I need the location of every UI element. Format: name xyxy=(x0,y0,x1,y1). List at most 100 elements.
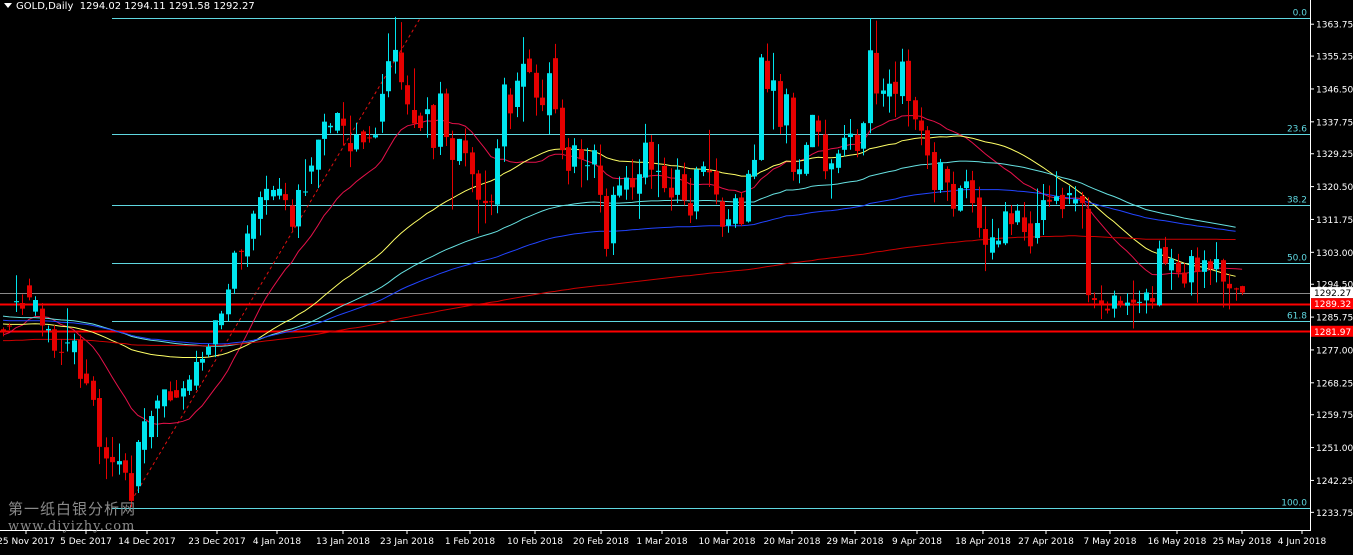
candle-body xyxy=(1080,195,1085,204)
candle-body xyxy=(463,140,468,154)
candle-body xyxy=(945,168,950,183)
candle-body xyxy=(637,174,642,194)
candle-body xyxy=(579,149,584,160)
candle-body xyxy=(239,250,244,252)
candle-body xyxy=(868,50,873,124)
candle-body xyxy=(893,81,898,94)
candle-body xyxy=(592,150,597,165)
fib-label-38.2: 38.2 xyxy=(1287,196,1307,206)
candle-body xyxy=(508,94,513,114)
x-axis-label: 10 Mar 2018 xyxy=(698,537,755,547)
candle-body xyxy=(1003,211,1008,244)
candle-body xyxy=(983,229,988,245)
candle-body xyxy=(316,139,321,170)
candle-body xyxy=(804,144,809,174)
candle-body xyxy=(990,237,995,253)
candle-body xyxy=(958,188,963,211)
y-axis-label: 1277.00 xyxy=(1316,346,1353,356)
candle-body xyxy=(1035,223,1040,239)
candle-body xyxy=(996,240,1001,245)
candle-body xyxy=(970,180,975,204)
y-axis-label: 1285.75 xyxy=(1316,314,1353,324)
candle-body xyxy=(611,194,616,244)
candle-body xyxy=(1157,248,1162,306)
candle-body xyxy=(1125,302,1130,306)
candle-body xyxy=(502,84,507,147)
x-axis-label: 18 Apr 2018 xyxy=(955,537,1011,547)
candle-body xyxy=(162,389,167,407)
candle-body xyxy=(887,83,892,97)
candle-body xyxy=(1067,192,1072,196)
candle-body xyxy=(746,173,751,222)
candle-body xyxy=(52,329,57,351)
candle-body xyxy=(714,171,719,195)
candle-body xyxy=(59,351,64,353)
candle-body xyxy=(444,93,449,138)
candle-body xyxy=(470,152,475,175)
candle-body xyxy=(829,163,834,170)
candle-body xyxy=(78,339,83,379)
candle-body xyxy=(919,120,924,131)
candle-body xyxy=(20,303,25,309)
candle-body xyxy=(874,52,879,94)
candle-body xyxy=(836,153,841,168)
candle-body xyxy=(1221,260,1226,282)
candle-body xyxy=(1105,308,1110,311)
y-axis-label: 1311.75 xyxy=(1316,216,1353,226)
candle-body xyxy=(495,148,500,205)
price-chart[interactable]: 0.0 23.6 38.2 50.0 61.8 100.0 1363.75 1355.25 13… xyxy=(0,0,1353,551)
y-axis-label: 1251.00 xyxy=(1316,444,1353,454)
candle-body xyxy=(367,137,372,139)
candle-body xyxy=(1202,260,1207,272)
candle-body xyxy=(303,191,308,193)
dropdown-triangle-icon[interactable] xyxy=(4,3,12,8)
candle-body xyxy=(527,58,532,73)
candle-body xyxy=(913,100,918,120)
candle-body xyxy=(1169,258,1174,271)
candle-body xyxy=(431,105,436,148)
fib-label-0.0: 0.0 xyxy=(1293,9,1308,19)
candle-body xyxy=(707,170,712,173)
x-axis-label: 4 Jan 2018 xyxy=(253,537,301,547)
candle-body xyxy=(585,165,590,167)
candle-body xyxy=(1015,210,1020,223)
candle-body xyxy=(27,285,32,298)
candle-body xyxy=(136,441,141,487)
candle-body xyxy=(688,203,693,216)
x-axis-label: 20 Mar 2018 xyxy=(763,537,820,547)
candle-body xyxy=(181,388,186,397)
fib-label-61.8: 61.8 xyxy=(1287,312,1307,322)
price-tag-1289.32: 1289.32 xyxy=(1314,300,1351,310)
candle-body xyxy=(348,143,353,152)
x-axis-label: 4 Jun 2018 xyxy=(1278,537,1327,547)
candle-body xyxy=(245,233,250,257)
candle-body xyxy=(309,165,314,172)
candle-body xyxy=(341,118,346,126)
chart-window[interactable]: 0.0 23.6 38.2 50.0 61.8 100.0 1363.75 1355.25 13… xyxy=(0,0,1353,551)
candle-body xyxy=(900,61,905,97)
y-axis-label: 1303.00 xyxy=(1316,249,1353,259)
candle-body xyxy=(97,398,102,447)
candle-body xyxy=(1176,262,1181,273)
candle-body xyxy=(560,107,565,151)
x-axis-label: 16 May 2018 xyxy=(1148,537,1207,547)
chart-title: GOLD,Daily 1294.02 1294.11 1291.58 1292.… xyxy=(4,1,255,12)
symbol-label: GOLD,Daily xyxy=(16,1,74,12)
candle-body xyxy=(649,141,654,170)
price-tag-1281.97: 1281.97 xyxy=(1314,328,1351,338)
candle-body xyxy=(65,342,70,344)
candle-body xyxy=(842,137,847,150)
candle-body xyxy=(1150,298,1155,302)
candle-body xyxy=(226,289,231,315)
candle-body xyxy=(540,97,545,106)
candle-body xyxy=(932,152,937,190)
candle-body xyxy=(598,165,603,195)
fib-label-100.0: 100.0 xyxy=(1281,499,1307,509)
candle-body xyxy=(438,93,443,147)
candle-body xyxy=(1041,200,1046,221)
candle-body xyxy=(386,61,391,92)
candle-body xyxy=(322,121,327,139)
x-axis-label: 20 Feb 2018 xyxy=(573,537,629,547)
candle-body xyxy=(46,328,51,331)
candle-body xyxy=(450,138,455,160)
